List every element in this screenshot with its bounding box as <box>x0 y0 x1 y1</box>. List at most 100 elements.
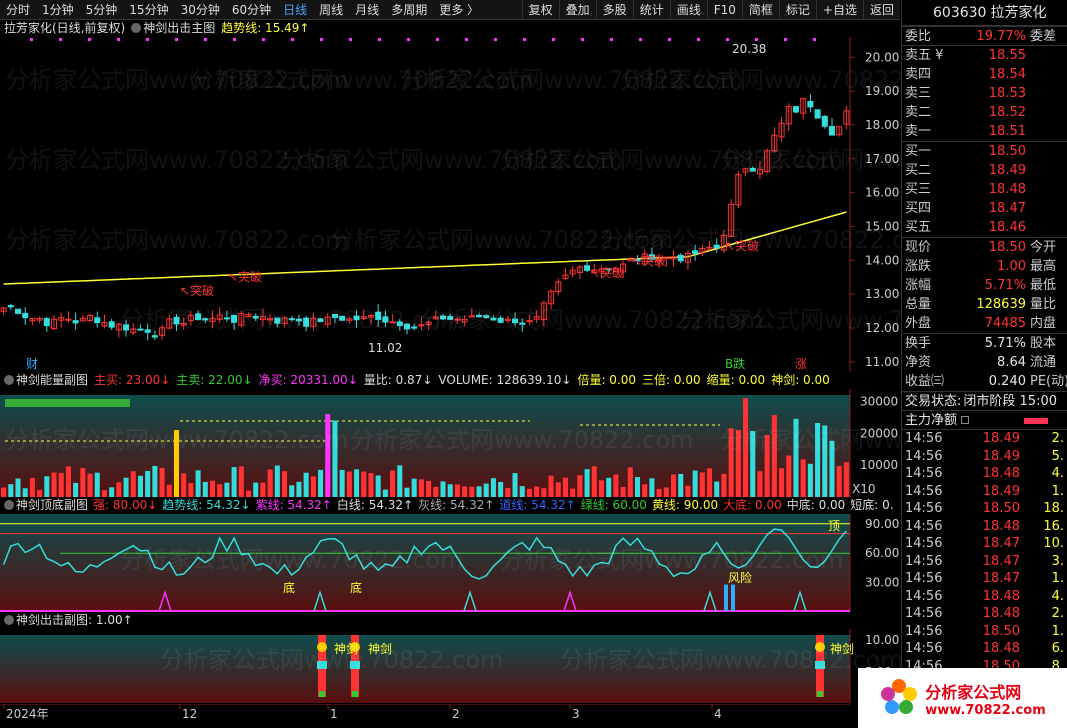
stat-row-3: 总量 128639 量比 <box>905 297 1057 312</box>
bei-liang-value: 倍量: 0.00 <box>577 373 637 387</box>
period-tab-3[interactable]: 15分钟 <box>123 0 174 20</box>
trade-tick-row: 14:56 18.48 2. <box>905 606 1064 621</box>
sub2-indicator-name[interactable]: 神剑顶底副图 <box>4 498 88 513</box>
toolbar-action-1[interactable]: 叠加 <box>558 0 596 20</box>
ask-row-1: 卖四 18.54 <box>905 67 1026 82</box>
candle-body <box>137 328 144 331</box>
price-tick-label: 16.00 <box>865 186 899 200</box>
bai-xian-value: 白线: 54.32↑ <box>336 498 414 512</box>
volume-bar <box>368 473 374 497</box>
signal-marker <box>175 38 178 41</box>
candle-body <box>447 316 454 320</box>
volume-bar <box>361 471 367 497</box>
volume-bar <box>29 478 35 497</box>
toolbar-action-8[interactable]: +自选 <box>815 0 863 20</box>
candle-body <box>252 315 259 319</box>
volume-bar <box>137 475 143 497</box>
candle-body <box>814 109 821 119</box>
signal-marker <box>407 38 410 41</box>
signal-marker <box>494 38 497 41</box>
top-bottom-chart[interactable]: 90.00 60.00 30.00 底 底 顶风险 <box>0 514 900 612</box>
candle-body <box>195 313 202 321</box>
toolbar-action-4[interactable]: 画线 <box>669 0 707 20</box>
period-tab-8[interactable]: 月线 <box>349 0 385 20</box>
price-tick-label: 17.00 <box>865 152 899 166</box>
signal-marker <box>813 38 816 41</box>
signal-marker <box>668 38 671 41</box>
volume-bar <box>663 487 669 497</box>
toolbar-action-5[interactable]: F10 <box>706 0 742 20</box>
list-toggle-icon[interactable] <box>961 416 970 424</box>
bid-row-3: 买四 18.47 <box>905 201 1026 216</box>
price-tick-label: 11.00 <box>865 355 899 369</box>
volume-bar <box>613 474 619 497</box>
volume-bar <box>793 418 799 497</box>
price-tick-label: 14.00 <box>865 253 899 267</box>
zhu-mai-value: 主买: 23.00↓ <box>94 373 171 387</box>
volume-bar <box>173 430 180 497</box>
period-tab-6[interactable]: 日线 <box>277 0 313 20</box>
candle-body <box>65 318 72 321</box>
toolbar-action-9[interactable]: 返回 <box>862 0 900 20</box>
volume-bar <box>195 470 201 497</box>
chart-toolbar: 分时 1分钟 5分钟 15分钟 30分钟 60分钟 日线 周线 月线 多周期 更多 〉 复权 叠加 多股… <box>0 0 900 20</box>
period-tab-1[interactable]: 1分钟 <box>36 0 80 20</box>
signal-marker <box>262 38 265 41</box>
signal-marker <box>523 38 526 41</box>
period-tab-10[interactable]: 更多 〉 <box>433 0 485 20</box>
trade-tick-row: 14:56 18.48 6. <box>905 641 1064 656</box>
indicator-name[interactable]: 神剑出击主图 <box>131 21 215 36</box>
stock-code: 603630 <box>933 5 987 21</box>
volume-chart[interactable]: 30000 20000 10000 X10 <box>0 389 900 497</box>
volume-bar <box>224 482 230 497</box>
toolbar-action-6[interactable]: 简框 <box>741 0 779 20</box>
sub3-indicator-name[interactable]: 神剑出击副图: 1.00↑ <box>4 613 133 628</box>
bottom-label: 底 <box>350 580 362 595</box>
bottom-label: 底 <box>283 580 295 595</box>
volume-bar <box>274 465 280 497</box>
toolbar-action-2[interactable]: 多股 <box>595 0 633 20</box>
period-tab-0[interactable]: 分时 <box>0 0 36 20</box>
period-tab-5[interactable]: 60分钟 <box>226 0 277 20</box>
volume-bar <box>188 483 194 497</box>
volume-bar <box>94 472 100 497</box>
stat-row-2: 涨幅 5.71% 最低 <box>905 278 1057 293</box>
signal-marker <box>30 38 33 41</box>
ask-row-0: 卖五 ¥18.55 <box>905 48 1026 63</box>
volume-bar <box>606 477 612 497</box>
period-tab-4[interactable]: 30分钟 <box>175 0 226 20</box>
stock-name: 拉芳家化 <box>990 5 1047 21</box>
volume-bar <box>685 485 691 497</box>
period-tab-9[interactable]: 多周期 <box>385 0 433 20</box>
volume-bar <box>548 475 554 497</box>
candle-body <box>828 126 836 136</box>
badge-cai: 财 <box>26 357 38 371</box>
candle-body <box>483 315 490 318</box>
toolbar-action-0[interactable]: 复权 <box>521 0 559 20</box>
breakout-label: ↖突破 <box>590 265 624 280</box>
toolbar-action-3[interactable]: 统计 <box>632 0 670 20</box>
volume-bar <box>692 470 698 497</box>
san-bei-value: 三倍: 0.00 <box>642 373 701 387</box>
volume-bar <box>73 482 79 497</box>
logo-flower-icon <box>881 679 918 714</box>
volume-bar <box>375 475 381 497</box>
net-flow-row[interactable]: 主力净额 <box>902 410 1067 429</box>
strike-chart[interactable]: 10.005.00神剑神剑神剑 <box>0 629 900 703</box>
toolbar-action-7[interactable]: 标记 <box>778 0 816 20</box>
wei-bi-row: 委比 19.77% 委差 <box>902 26 1067 45</box>
period-tab-2[interactable]: 5分钟 <box>80 0 124 20</box>
zhong-di-value: 中底: 0.00 <box>786 498 846 512</box>
da-di-value: 大底: 0.00 <box>723 498 782 512</box>
volume-bar <box>577 475 583 497</box>
volume-bar <box>498 481 504 497</box>
sub1-indicator-name[interactable]: 神剑能量副图 <box>4 373 88 388</box>
volume-bar <box>534 486 540 497</box>
volume-bar <box>807 463 813 497</box>
period-tab-7[interactable]: 周线 <box>313 0 349 20</box>
trade-tick-row: 14:56 18.49 2. <box>905 431 1064 446</box>
candle-body <box>418 324 425 327</box>
candle-body <box>151 335 158 338</box>
volume-bar <box>620 486 626 497</box>
candlestick-chart[interactable]: 20.00 19.00 18.00 17.00 16.00 15.00 14.00 13.00… <box>0 37 900 372</box>
